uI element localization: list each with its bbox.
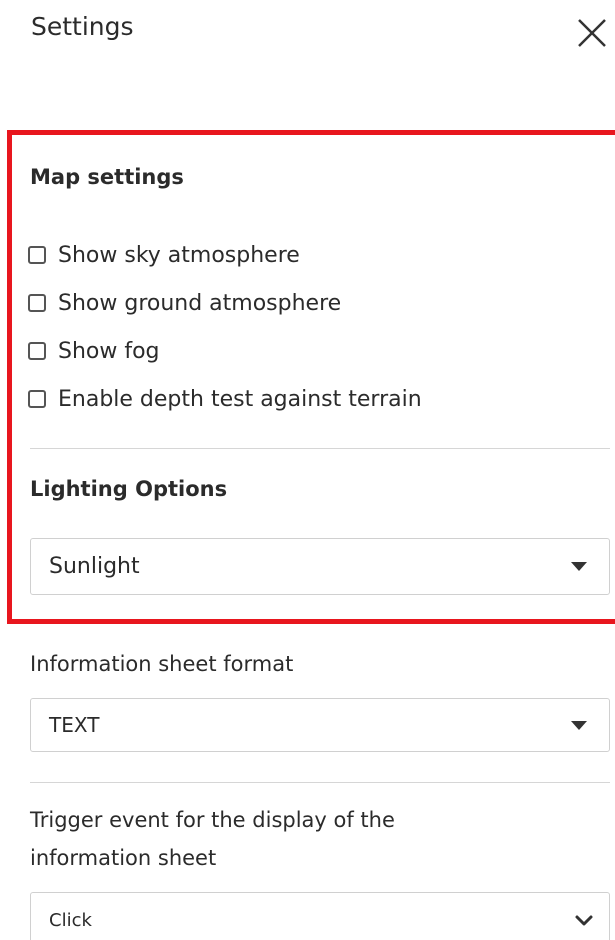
- lighting-options-heading: Lighting Options: [30, 477, 228, 501]
- trigger-event-select[interactable]: Click: [30, 892, 610, 940]
- info-sheet-format-select[interactable]: TEXT: [30, 698, 610, 752]
- close-icon: [578, 19, 606, 47]
- fog-label: Show fog: [58, 338, 160, 364]
- fog-checkbox[interactable]: [28, 342, 46, 360]
- sky-atmosphere-option[interactable]: Show sky atmosphere: [28, 240, 300, 270]
- trigger-event-heading-line1: Trigger event for the display of the: [30, 808, 395, 832]
- section-divider: [30, 448, 610, 449]
- info-sheet-format-heading: Information sheet format: [30, 652, 294, 676]
- fog-option[interactable]: Show fog: [28, 336, 160, 366]
- caret-down-icon: [571, 720, 587, 730]
- map-settings-heading: Map settings: [30, 165, 184, 189]
- sky-atmosphere-checkbox[interactable]: [28, 246, 46, 264]
- depth-test-label: Enable depth test against terrain: [58, 386, 422, 412]
- depth-test-checkbox[interactable]: [28, 390, 46, 408]
- section-divider: [30, 782, 610, 783]
- chevron-down-icon: [575, 915, 593, 926]
- info-sheet-format-value: TEXT: [49, 713, 100, 737]
- trigger-event-value: Click: [49, 909, 92, 931]
- ground-atmosphere-label: Show ground atmosphere: [58, 290, 342, 316]
- trigger-event-heading-line2: information sheet: [30, 846, 217, 870]
- depth-test-option[interactable]: Enable depth test against terrain: [28, 384, 422, 414]
- settings-panel: Settings Map settings Show sky atmospher…: [0, 0, 615, 940]
- ground-atmosphere-checkbox[interactable]: [28, 294, 46, 312]
- panel-title: Settings: [31, 12, 134, 41]
- close-button[interactable]: [577, 18, 607, 48]
- lighting-select-value: Sunlight: [49, 554, 140, 579]
- sky-atmosphere-label: Show sky atmosphere: [58, 242, 300, 268]
- caret-down-icon: [571, 562, 587, 571]
- ground-atmosphere-option[interactable]: Show ground atmosphere: [28, 288, 341, 318]
- lighting-select[interactable]: Sunlight: [30, 538, 610, 595]
